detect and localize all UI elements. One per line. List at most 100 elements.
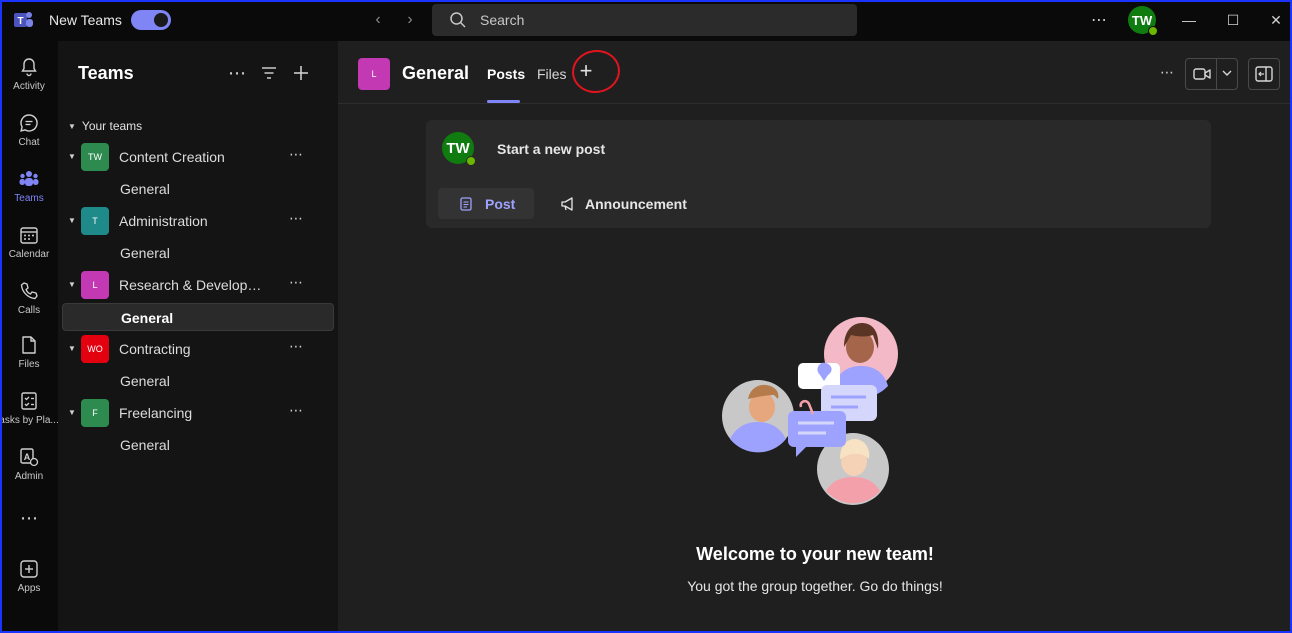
channel-row-general[interactable]: General — [62, 431, 334, 459]
forward-arrow-icon[interactable]: › — [401, 10, 419, 30]
search-box[interactable]: Search — [432, 4, 857, 36]
app-rail: Activity Chat Teams Calendar Calls Files… — [0, 41, 59, 633]
team-name: Content Creation — [119, 149, 225, 165]
user-avatar[interactable]: TW — [1128, 6, 1158, 36]
team-welcome-illustration — [722, 317, 898, 505]
team-row-content-creation[interactable]: ▼ TW Content Creation ⋯ — [58, 141, 338, 173]
team-initials: L — [92, 280, 98, 290]
rail-label: Files — [18, 359, 40, 370]
channel-row-general[interactable]: General — [62, 239, 334, 267]
channel-row-general-selected[interactable]: General — [62, 303, 334, 331]
minimize-icon[interactable]: — — [1179, 10, 1199, 30]
caret-down-icon: ▼ — [68, 344, 76, 353]
calendar-icon — [20, 227, 38, 244]
team-row-freelancing[interactable]: ▼ F Freelancing ⋯ — [58, 397, 338, 429]
rail-item-files[interactable]: Files — [0, 328, 58, 380]
caret-down-icon: ▼ — [68, 121, 76, 131]
rail-label: Activity — [13, 81, 45, 92]
maximize-icon[interactable]: ☐ — [1223, 10, 1243, 30]
channel-main: L General Posts Files + ⋯ TW Start a new… — [338, 41, 1292, 633]
team-more-icon[interactable]: ⋯ — [289, 210, 304, 227]
teams-logo-icon: T — [14, 12, 33, 27]
svg-text:A: A — [24, 452, 31, 462]
teams-icon — [19, 171, 39, 186]
post-icon — [460, 196, 472, 211]
team-avatar: F — [81, 399, 109, 427]
team-avatar: TW — [81, 143, 109, 171]
team-row-research-development[interactable]: ▼ L Research & Development ⋯ — [58, 269, 338, 301]
video-camera-icon — [1193, 68, 1211, 80]
add-team-icon[interactable] — [291, 63, 311, 83]
tab-files[interactable]: Files — [537, 66, 567, 82]
section-label: Your teams — [81, 119, 143, 133]
open-pane-button[interactable] — [1248, 58, 1280, 90]
presence-available-icon — [1148, 26, 1158, 36]
announcement-button[interactable]: Announcement — [560, 188, 687, 219]
team-name: Research & Development — [119, 277, 269, 293]
channel-header: L General Posts Files + ⋯ — [338, 41, 1292, 104]
svg-text:T: T — [17, 16, 23, 27]
channel-name: General — [120, 245, 170, 261]
rail-label: Calendar — [8, 249, 50, 260]
channel-row-general[interactable]: General — [62, 175, 334, 203]
team-avatar: T — [81, 207, 109, 235]
team-initials: TW — [88, 152, 102, 162]
channel-title: General — [402, 63, 470, 83]
team-more-icon[interactable]: ⋯ — [289, 402, 304, 419]
team-initials: T — [92, 216, 98, 226]
add-app-icon — [20, 560, 38, 578]
teams-list-panel: Teams ⋯ ▼ Your teams ▼ TW Content Creati… — [58, 41, 338, 633]
toggle-knob — [154, 13, 168, 27]
rail-item-calls[interactable]: Calls — [0, 274, 58, 326]
your-teams-header[interactable]: ▼ Your teams — [68, 119, 142, 133]
composer-initials: TW — [446, 139, 470, 157]
team-more-icon[interactable]: ⋯ — [289, 274, 304, 291]
channel-team-avatar: L — [358, 58, 390, 90]
rail-more-apps[interactable]: ⋯ — [0, 504, 58, 532]
tab-posts[interactable]: Posts — [487, 66, 525, 82]
chevron-down-icon[interactable] — [1220, 66, 1234, 80]
team-initials: WO — [87, 344, 103, 354]
chat-icon — [20, 114, 38, 132]
team-name: Administration — [119, 213, 208, 229]
team-more-icon[interactable]: ⋯ — [289, 146, 304, 163]
channel-team-initials: L — [371, 69, 377, 79]
rail-label: Apps — [17, 583, 41, 594]
rail-item-apps[interactable]: Apps — [0, 552, 58, 604]
new-post-card: TW Start a new post Post Announcement — [426, 120, 1211, 228]
welcome-subtitle: You got the group together. Go do things… — [687, 578, 943, 594]
team-row-administration[interactable]: ▼ T Administration ⋯ — [58, 205, 338, 237]
team-avatar: L — [81, 271, 109, 299]
more-icon: ⋯ — [20, 508, 38, 528]
team-more-icon[interactable]: ⋯ — [289, 338, 304, 355]
filter-icon[interactable] — [259, 63, 279, 83]
post-button-label: Post — [485, 195, 516, 212]
search-placeholder: Search — [480, 12, 525, 28]
rail-item-admin[interactable]: A Admin — [0, 440, 58, 492]
post-button[interactable]: Post — [438, 188, 534, 219]
composer-avatar: TW — [442, 132, 476, 166]
team-row-contracting[interactable]: ▼ WO Contracting ⋯ — [58, 333, 338, 365]
caret-down-icon: ▼ — [68, 216, 76, 225]
channel-name: General — [121, 310, 174, 326]
team-initials: F — [92, 408, 98, 418]
new-teams-toggle[interactable] — [131, 10, 171, 30]
rail-label: Admin — [14, 471, 44, 482]
channel-row-general[interactable]: General — [62, 367, 334, 395]
app-name: New Teams — [49, 12, 122, 28]
channel-more-icon[interactable]: ⋯ — [1160, 64, 1175, 81]
rail-item-teams[interactable]: Teams — [0, 162, 58, 214]
back-arrow-icon[interactable]: ‹ — [369, 10, 387, 30]
close-icon[interactable]: ✕ — [1266, 10, 1286, 30]
meet-button[interactable] — [1185, 58, 1238, 90]
more-options-icon[interactable]: ⋯ — [227, 63, 247, 83]
settings-more-icon[interactable]: ⋯ — [1091, 10, 1108, 30]
rail-item-chat[interactable]: Chat — [0, 106, 58, 158]
presence-available-icon — [466, 156, 476, 166]
rail-item-calendar[interactable]: Calendar — [0, 218, 58, 270]
caret-down-icon: ▼ — [68, 280, 76, 289]
start-post-input[interactable]: Start a new post — [497, 141, 605, 157]
rail-item-activity[interactable]: Activity — [0, 50, 58, 102]
rail-item-planner[interactable]: asks by Pla... — [0, 384, 59, 436]
annotation-circle — [569, 46, 623, 97]
